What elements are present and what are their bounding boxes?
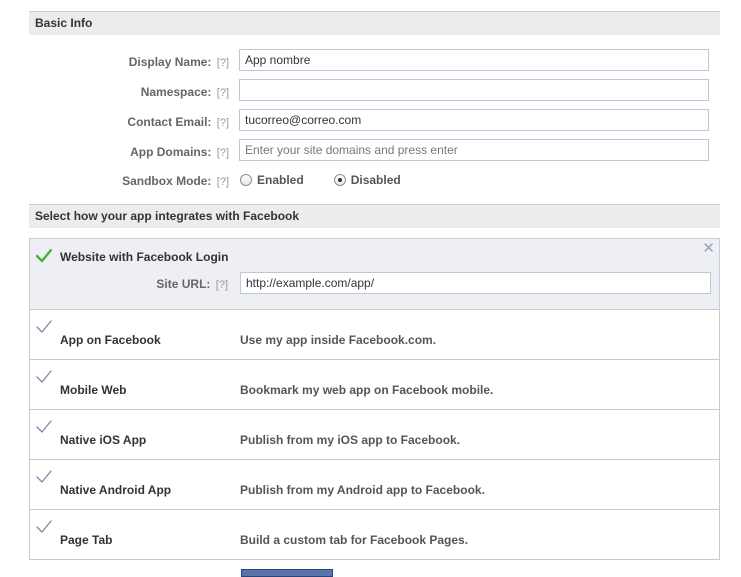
sandbox-disabled-label[interactable]: Disabled	[351, 173, 401, 187]
sandbox-mode-row: Sandbox Mode: [?] Enabled Disabled	[29, 166, 720, 196]
checkmark-selected-icon	[36, 249, 52, 263]
site-url-help[interactable]: [?]	[216, 279, 228, 291]
website-login-title: Website with Facebook Login	[60, 250, 229, 264]
contact-email-label-wrap: Contact Email: [?]	[127, 115, 229, 129]
website-login-panel: Website with Facebook Login ✕ Site URL: …	[29, 238, 720, 310]
sandbox-disabled-radio[interactable]	[333, 174, 346, 186]
display-name-help[interactable]: [?]	[217, 57, 229, 69]
option-title: Mobile Web	[60, 383, 127, 397]
contact-email-label: Contact Email:	[127, 115, 212, 129]
app-domains-help[interactable]: [?]	[217, 147, 229, 159]
site-url-input[interactable]	[240, 272, 711, 294]
contact-email-input[interactable]	[239, 109, 709, 131]
contact-email-row: Contact Email: [?]	[29, 107, 720, 137]
sandbox-mode-label: Sandbox Mode:	[122, 174, 212, 188]
namespace-help[interactable]: [?]	[217, 87, 229, 99]
display-name-row: Display Name: [?]	[29, 47, 720, 77]
option-app-on-facebook[interactable]: App on Facebook Use my app inside Facebo…	[29, 309, 720, 360]
app-domains-input[interactable]	[239, 139, 709, 161]
sandbox-radio-group: Enabled Disabled	[240, 173, 431, 187]
option-description: Bookmark my web app on Facebook mobile.	[240, 383, 494, 397]
close-icon[interactable]: ✕	[702, 239, 715, 257]
display-name-input[interactable]	[239, 49, 709, 71]
namespace-input[interactable]	[239, 79, 709, 101]
integration-title: Select how your app integrates with Face…	[35, 209, 300, 223]
app-domains-row: App Domains: [?]	[29, 137, 720, 167]
checkmark-icon	[36, 420, 52, 433]
checkmark-icon	[36, 470, 52, 483]
namespace-row: Namespace: [?]	[29, 77, 720, 107]
checkmark-icon	[36, 320, 52, 333]
sandbox-enabled-radio[interactable]	[240, 174, 252, 186]
option-native-android-app[interactable]: Native Android App Publish from my Andro…	[29, 459, 720, 510]
option-title: Page Tab	[60, 533, 113, 547]
display-name-label: Display Name:	[128, 55, 212, 69]
save-changes-button[interactable]	[241, 569, 333, 577]
checkmark-icon	[36, 370, 52, 383]
integration-header: Select how your app integrates with Face…	[29, 204, 720, 228]
sandbox-enabled-label[interactable]: Enabled	[257, 173, 304, 187]
option-mobile-web[interactable]: Mobile Web Bookmark my web app on Facebo…	[29, 359, 720, 410]
option-description: Build a custom tab for Facebook Pages.	[240, 533, 469, 547]
option-title: Native iOS App	[60, 433, 147, 447]
sandbox-mode-help[interactable]: [?]	[217, 176, 229, 188]
checkmark-icon	[36, 520, 52, 533]
contact-email-help[interactable]: [?]	[217, 117, 229, 129]
option-title: App on Facebook	[60, 333, 161, 347]
option-description: Use my app inside Facebook.com.	[240, 333, 437, 347]
option-page-tab[interactable]: Page Tab Build a custom tab for Facebook…	[29, 509, 720, 560]
option-description: Publish from my iOS app to Facebook.	[240, 433, 461, 447]
basic-info-title: Basic Info	[35, 16, 93, 30]
display-name-label-wrap: Display Name: [?]	[129, 55, 229, 69]
app-domains-label-wrap: App Domains: [?]	[130, 145, 229, 159]
option-native-ios-app[interactable]: Native iOS App Publish from my iOS app t…	[29, 409, 720, 460]
sandbox-mode-label-wrap: Sandbox Mode: [?]	[122, 174, 229, 188]
site-url-label: Site URL:	[156, 277, 211, 291]
option-description: Publish from my Android app to Facebook.	[240, 483, 485, 497]
namespace-label-wrap: Namespace: [?]	[141, 85, 229, 99]
option-title: Native Android App	[60, 483, 172, 497]
app-domains-label: App Domains:	[130, 145, 212, 159]
basic-info-header: Basic Info	[29, 11, 720, 35]
site-url-label-wrap: Site URL: [?]	[156, 277, 228, 291]
namespace-label: Namespace:	[140, 85, 212, 99]
